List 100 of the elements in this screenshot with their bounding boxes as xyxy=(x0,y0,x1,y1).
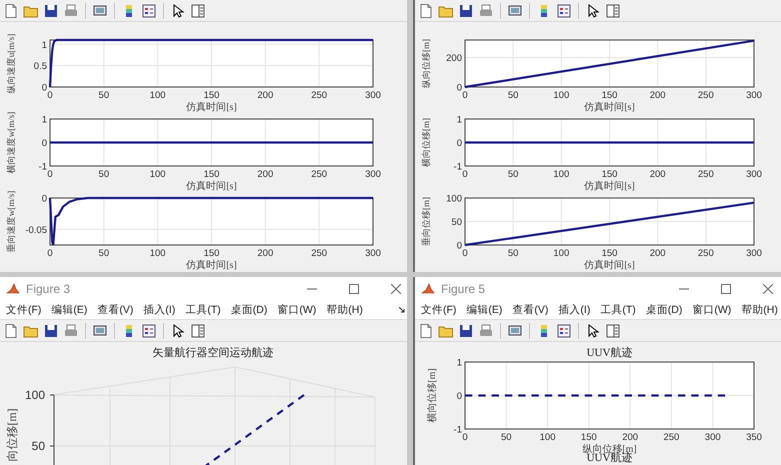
maximize-icon[interactable] xyxy=(721,284,731,294)
tick-label: 300 xyxy=(365,169,381,180)
tick-label: 100 xyxy=(553,169,570,180)
axis-label: 向位移[m] xyxy=(5,408,19,462)
menu-item[interactable]: 文件(F) xyxy=(417,302,460,316)
save-icon[interactable] xyxy=(43,2,59,18)
legend-icon[interactable] xyxy=(141,2,157,18)
axis-label: 横向位移[m] xyxy=(421,118,431,167)
tick-label: 150 xyxy=(580,432,597,443)
tick-label: 200 xyxy=(257,248,274,259)
legend-icon[interactable] xyxy=(556,2,572,18)
tick-label: 100 xyxy=(150,90,166,101)
menu-item[interactable]: 桌面(D) xyxy=(226,302,272,316)
tick-label: 200 xyxy=(622,432,638,443)
close-icon[interactable] xyxy=(391,284,401,294)
axis-label: 仿真时间[s] xyxy=(186,181,237,192)
save-icon[interactable] xyxy=(458,2,474,18)
tick-label: 1 xyxy=(456,114,462,126)
tick-label: 150 xyxy=(204,90,220,101)
panel-icon[interactable] xyxy=(605,2,621,18)
window-title: Figure 5 xyxy=(441,282,486,296)
axis-label: 垂向位移[m] xyxy=(421,197,431,246)
tick-label: 0 xyxy=(456,82,462,94)
tick-label: 300 xyxy=(746,90,762,101)
menu-item[interactable]: 插入(I) xyxy=(139,302,180,316)
save-icon[interactable] xyxy=(43,322,59,338)
panel-icon[interactable] xyxy=(605,322,621,338)
menu-item[interactable]: 工具(T) xyxy=(181,302,225,316)
panel-icon[interactable] xyxy=(190,322,206,338)
monitor-icon[interactable] xyxy=(92,2,108,18)
menu-item[interactable]: 查看(V) xyxy=(93,302,138,316)
tick-label: 50 xyxy=(98,248,110,259)
menu-item[interactable]: 查看(V) xyxy=(508,302,552,316)
tick-label: 0 xyxy=(456,240,462,252)
save-icon[interactable] xyxy=(458,322,474,338)
dock-arrow-icon[interactable] xyxy=(399,306,405,312)
window-title: Figure 3 xyxy=(26,282,70,296)
tick-label: 1 xyxy=(456,358,462,368)
menu-item[interactable]: 窗口(W) xyxy=(273,302,320,316)
tick-label: 250 xyxy=(311,90,328,101)
tick-label: 100 xyxy=(150,169,166,180)
plot-title: 矢量航行器空间运动航迹 xyxy=(152,347,274,359)
menu-item[interactable]: 编辑(E) xyxy=(47,302,92,316)
menu-item[interactable]: 编辑(E) xyxy=(462,302,506,316)
axis-label: 仿真时间[s] xyxy=(186,102,237,113)
axis-label: 纵向速度u[m/s] xyxy=(6,34,16,94)
tick-label: 200 xyxy=(257,90,274,101)
axis-label: 纵向位移[m] xyxy=(582,444,637,455)
new-file-icon[interactable] xyxy=(418,2,434,18)
tick-label: 300 xyxy=(746,169,762,180)
tick-label: 0 xyxy=(456,391,462,402)
tick-label: 300 xyxy=(365,248,381,259)
panel-icon[interactable] xyxy=(190,2,206,18)
menu-item[interactable]: 文件(F) xyxy=(2,302,46,316)
monitor-icon[interactable] xyxy=(92,322,108,338)
menu-item[interactable]: 窗口(W) xyxy=(688,302,736,316)
tick-label: 1 xyxy=(42,40,47,51)
tick-label: 100 xyxy=(540,432,556,443)
tick-label: 300 xyxy=(746,248,762,259)
tick-label: 100 xyxy=(24,388,45,402)
tick-label: 0 xyxy=(47,90,53,101)
menu-item[interactable]: 插入(I) xyxy=(554,302,594,316)
tick-label: 350 xyxy=(746,432,762,443)
tick-label: 50 xyxy=(98,169,110,180)
tick-label: 0 xyxy=(42,194,47,204)
tick-label: 50 xyxy=(508,248,518,259)
axis-label: 横向速度w[m/s] xyxy=(6,112,16,174)
tick-label: 200 xyxy=(650,248,666,259)
axis-label: 纵向位移[m] xyxy=(421,39,431,88)
tick-label: 300 xyxy=(704,432,721,443)
tick-label: 200 xyxy=(257,169,274,180)
tick-label: 0.5 xyxy=(34,61,47,72)
tick-label: 100 xyxy=(553,248,570,259)
tick-label: 0 xyxy=(462,248,468,259)
menu-item[interactable]: 帮助(H) xyxy=(322,302,367,316)
monitor-icon[interactable] xyxy=(507,322,523,338)
axis-label: 垂向速度w[m/s] xyxy=(6,190,16,252)
tick-label: -1 xyxy=(454,162,462,172)
monitor-icon[interactable] xyxy=(507,2,523,18)
legend-icon[interactable] xyxy=(556,322,572,338)
tick-label: 150 xyxy=(204,169,220,180)
new-file-icon[interactable] xyxy=(3,2,19,18)
menu-item[interactable]: 帮助(H) xyxy=(737,302,781,316)
tick-label: 150 xyxy=(602,169,618,180)
tick-label: 0 xyxy=(462,169,468,180)
tick-label: 50 xyxy=(98,90,110,101)
menu-item[interactable]: 桌面(D) xyxy=(642,302,686,316)
menu-item[interactable]: 工具(T) xyxy=(596,302,640,316)
tick-label: 0 xyxy=(456,138,462,149)
legend-icon[interactable] xyxy=(141,322,157,338)
tick-label: -1 xyxy=(454,424,462,436)
tick-label: 0 xyxy=(47,248,53,259)
tick-label: 100 xyxy=(446,194,462,204)
tick-label: 100 xyxy=(150,248,166,259)
tick-label: -1 xyxy=(38,162,47,172)
new-file-icon[interactable] xyxy=(418,322,434,338)
close-icon[interactable] xyxy=(763,284,773,294)
plot-title: UUV航迹 xyxy=(586,347,632,359)
maximize-icon[interactable] xyxy=(349,284,359,294)
new-file-icon[interactable] xyxy=(3,322,19,338)
